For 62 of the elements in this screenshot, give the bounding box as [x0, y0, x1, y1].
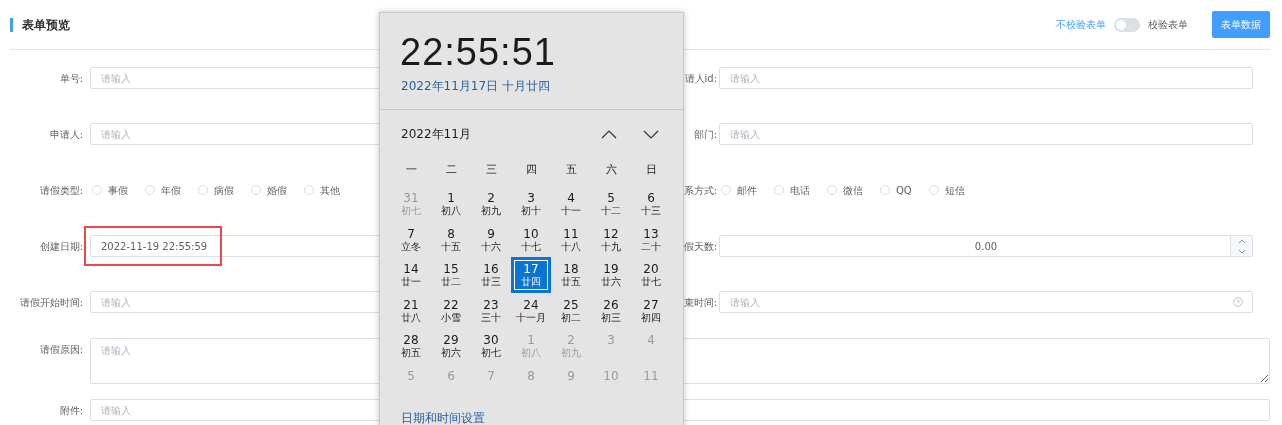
calendar-day[interactable]: 6 十三: [631, 186, 671, 222]
field-label: 请假开始时间:: [19, 296, 83, 308]
weekday-label: 一: [404, 162, 418, 178]
input-field[interactable]: 请输入: [719, 291, 1253, 313]
calendar-day[interactable]: 18 廿五: [551, 257, 591, 293]
field-label: 束时间:: [683, 296, 717, 308]
weekday-label: 二: [444, 162, 458, 178]
month-label: 2022年11月: [401, 126, 471, 143]
field-label: 单号:: [59, 72, 83, 84]
radio-option[interactable]: 事假: [92, 182, 128, 198]
switch-label: 校验表单: [1148, 18, 1188, 32]
page-title: 表单预览: [10, 17, 70, 32]
calendar-day[interactable]: 19 廿六: [591, 257, 631, 293]
weekday-label: 三: [484, 162, 498, 178]
chevron-up-icon: [601, 130, 617, 139]
field-label: 系方式:: [683, 184, 717, 196]
clock-icon: [1233, 297, 1243, 307]
calendar-day[interactable]: 27 初四: [631, 292, 671, 328]
radio-option[interactable]: QQ: [880, 182, 912, 198]
calendar-day[interactable]: 30 初七: [471, 328, 511, 364]
radio-option[interactable]: 其他: [304, 182, 340, 198]
input-field[interactable]: 请输入: [719, 67, 1253, 89]
field-label: 创建日期:: [39, 240, 83, 252]
calendar-day[interactable]: 3 初十: [511, 186, 551, 222]
calendar-day[interactable]: 20 廿七: [631, 257, 671, 293]
weekday-label: 五: [564, 162, 578, 178]
field-label: 部门:: [693, 128, 717, 140]
calendar-day[interactable]: 4 十一: [551, 186, 591, 222]
field-label: 假天数:: [683, 240, 717, 252]
calendar-day[interactable]: 14 廿一: [391, 257, 431, 293]
radio-option[interactable]: 年假: [145, 182, 181, 198]
weekday-label: 四: [524, 162, 538, 178]
calendar-day[interactable]: 16 廿三: [471, 257, 511, 293]
field-label: 请假原因:: [39, 344, 83, 355]
calendar-day[interactable]: 29 初六: [431, 328, 471, 364]
radio-option[interactable]: 短信: [928, 182, 965, 198]
calendar-day[interactable]: 17 廿四: [511, 257, 551, 293]
radio-option[interactable]: 邮件: [721, 182, 757, 198]
calendar-day[interactable]: 2 初九: [471, 186, 511, 222]
toggle-switch[interactable]: [1114, 17, 1140, 32]
weekday-label: 六: [604, 162, 618, 178]
radio-option[interactable]: 微信: [827, 182, 863, 198]
radio-option[interactable]: 电话: [774, 182, 810, 198]
field-label: 附件:: [59, 404, 83, 416]
calendar-day[interactable]: 1 初八: [431, 186, 471, 222]
field-label: 请人id:: [684, 72, 717, 84]
calendar-day[interactable]: 5 十二: [591, 186, 631, 222]
weekday-label: 日: [644, 162, 658, 178]
input-field[interactable]: 请输入: [719, 123, 1253, 145]
chevron-down-icon: [643, 130, 659, 139]
calendar-day[interactable]: 15 廿二: [431, 257, 471, 293]
number-field[interactable]: 0.00: [719, 235, 1253, 257]
radio-option[interactable]: 婚假: [251, 182, 287, 198]
chevron-up-icon: [1237, 238, 1246, 244]
field-label: 申请人:: [49, 128, 83, 140]
calendar-day[interactable]: 28 初五: [391, 328, 431, 364]
chevron-down-icon: [1237, 248, 1246, 254]
switch-label: 不校验表单: [1056, 18, 1106, 32]
calendar-day[interactable]: 13 二十: [631, 221, 671, 257]
settings-link[interactable]: 日期和时间设置: [401, 409, 485, 425]
field-label: 请假类型:: [39, 184, 83, 196]
radio-option[interactable]: 病假: [198, 182, 234, 198]
